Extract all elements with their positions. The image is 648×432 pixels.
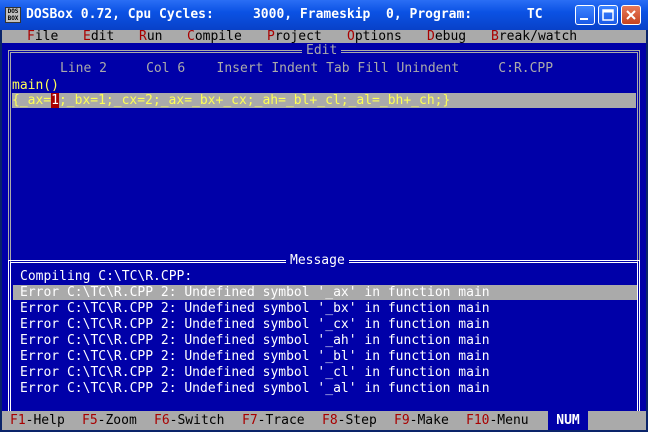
menu-options[interactable]: Options — [347, 29, 402, 44]
message-line[interactable]: Error C:\TC\R.CPP 2: Undefined symbol '_… — [20, 381, 490, 396]
fkey-menu[interactable]: F10-Menu — [466, 413, 529, 428]
title-bar[interactable]: DOS BOX DOSBox 0.72, Cpu Cycles: 3000, F… — [0, 0, 648, 30]
menu-edit[interactable]: Edit — [83, 29, 114, 44]
message-line-selected[interactable]: Error C:\TC\R.CPP 2: Undefined symbol '_… — [13, 285, 637, 300]
menu-bar: File Edit Run Compile Project Options De… — [2, 29, 646, 44]
fkey-zoom[interactable]: F5-Zoom — [82, 413, 137, 428]
code-line-2[interactable]: {_ax=1;_bx=1;_cx=2;_ax=_bx+_cx;_ah=_bl+_… — [12, 93, 636, 108]
minimize-button[interactable] — [575, 5, 595, 25]
fkey-trace[interactable]: F7-Trace — [242, 413, 305, 428]
close-icon — [626, 10, 636, 20]
dos-screen[interactable]: File Edit Run Compile Project Options De… — [2, 29, 646, 430]
message-line[interactable]: Compiling C:\TC\R.CPP: — [20, 269, 192, 284]
num-lock-indicator: NUM — [548, 411, 588, 430]
code-line-1[interactable]: main() — [12, 78, 59, 93]
edit-window-title: Edit — [302, 43, 342, 58]
message-line[interactable]: Error C:\TC\R.CPP 2: Undefined symbol '_… — [20, 301, 490, 316]
message-line[interactable]: Error C:\TC\R.CPP 2: Undefined symbol '_… — [20, 349, 490, 364]
function-key-bar: F1-Help F5-Zoom F6-Switch F7-Trace F8-St… — [2, 411, 646, 430]
text-cursor: 1 — [51, 93, 59, 108]
dosbox-app-icon[interactable]: DOS BOX — [5, 7, 21, 23]
minimize-icon — [580, 18, 588, 20]
dosbox-window: DOS BOX DOSBox 0.72, Cpu Cycles: 3000, F… — [0, 0, 648, 432]
code-line-2-after: ;_bx=1;_cx=2;_ax=_bx+_cx;_ah=_bl+_cl;_al… — [58, 93, 451, 108]
message-line[interactable]: Error C:\TC\R.CPP 2: Undefined symbol '_… — [20, 333, 490, 348]
message-line[interactable]: Error C:\TC\R.CPP 2: Undefined symbol '_… — [20, 317, 490, 332]
menu-compile[interactable]: Compile — [187, 29, 242, 44]
close-button[interactable] — [621, 5, 641, 25]
fkey-switch[interactable]: F6-Switch — [154, 413, 224, 428]
maximize-icon — [602, 9, 614, 21]
menu-run[interactable]: Run — [139, 29, 162, 44]
fkey-step[interactable]: F8-Step — [322, 413, 377, 428]
menu-file[interactable]: File — [27, 29, 58, 44]
menu-break-watch[interactable]: Break/watch — [491, 29, 577, 44]
window-title: DOSBox 0.72, Cpu Cycles: 3000, Frameskip… — [26, 7, 543, 22]
message-line[interactable]: Error C:\TC\R.CPP 2: Undefined symbol '_… — [20, 365, 490, 380]
fkey-help[interactable]: F1-Help — [10, 413, 65, 428]
code-line-2-before: {_ax= — [12, 93, 52, 108]
menu-project[interactable]: Project — [267, 29, 322, 44]
fkey-make[interactable]: F9-Make — [394, 413, 449, 428]
maximize-button[interactable] — [598, 5, 618, 25]
menu-debug[interactable]: Debug — [427, 29, 466, 44]
editor-status-line: Line 2 Col 6 Insert Indent Tab Fill Unin… — [60, 61, 554, 76]
message-window-title: Message — [286, 253, 349, 268]
